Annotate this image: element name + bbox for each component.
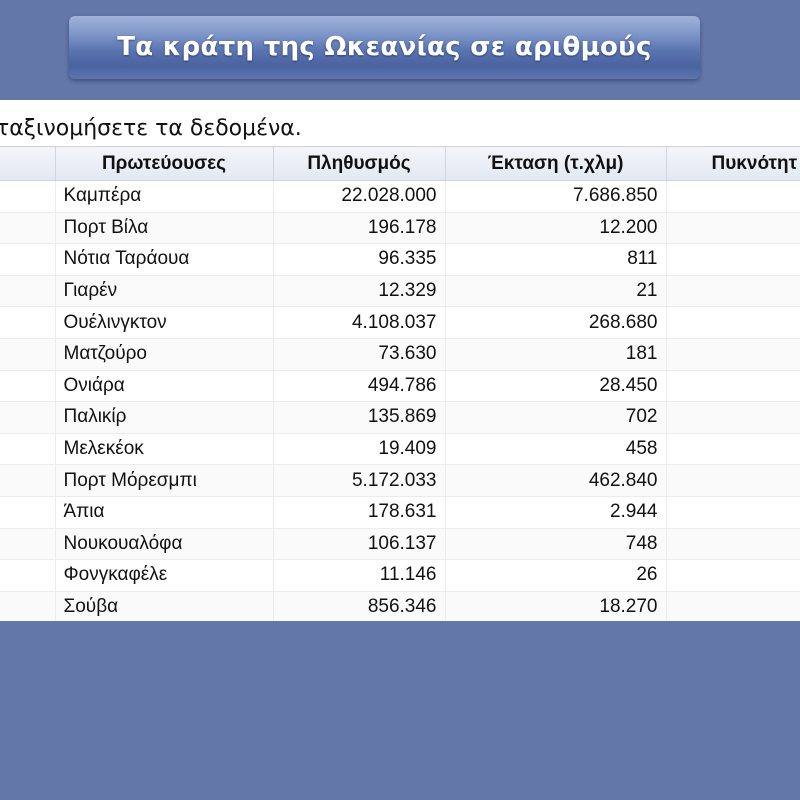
capital-cell: Γιαρέν [55,275,274,308]
density-cell [666,433,800,466]
density-cell [666,370,800,403]
area-cell: 2.944 [445,496,667,529]
country-cell [0,528,56,561]
density-cell [666,180,800,213]
area-cell: 702 [445,401,667,434]
country-cell [0,180,56,213]
capital-cell: Πορτ Βίλα [55,212,274,245]
title-banner: Τα κράτη της Ωκεανίας σε αριθμούς [69,16,700,79]
area-cell: 748 [445,528,667,561]
table-row: Ματζούρο 73.630 181 [0,338,800,371]
table-row: Ονιάρα 494.786 28.450 [0,370,800,403]
capital-cell: Άπια [55,496,274,529]
table-row: Καμπέρα 22.028.000 7.686.850 [0,180,800,213]
area-cell: 268.680 [445,306,667,339]
density-cell [666,243,800,276]
capital-cell: Παλικίρ [55,401,274,434]
density-cell [666,591,800,621]
instruction-text: ταξινομήσετε τα δεδομένα. [0,116,302,141]
header-area[interactable]: Έκταση (τ.χλμ) [445,147,667,181]
header-country[interactable] [0,147,56,181]
area-cell: 18.270 [445,591,667,621]
population-cell: 178.631 [273,496,446,529]
density-cell [666,496,800,529]
table-row: Γιαρέν 12.329 21 [0,275,800,308]
area-cell: 21 [445,275,667,308]
density-cell [666,559,800,592]
table-row: Ουέλινγκτον 4.108.037 268.680 [0,306,800,339]
header-capital[interactable]: Πρωτεύουσες [55,147,274,181]
population-cell: 73.630 [273,338,446,371]
table-row: Πορτ Βίλα 196.178 12.200 [0,212,800,245]
population-cell: 4.108.037 [273,306,446,339]
density-cell [666,464,800,497]
country-cell [0,464,56,497]
capital-cell: Ουέλινγκτον [55,306,274,339]
area-cell: 12.200 [445,212,667,245]
area-cell: 28.450 [445,370,667,403]
table-row: Μελεκέοκ 19.409 458 [0,433,800,466]
table-row: Άπια 178.631 2.944 [0,496,800,529]
country-cell [0,433,56,466]
area-cell: 181 [445,338,667,371]
population-cell: 5.172.033 [273,464,446,497]
capital-cell: Ονιάρα [55,370,274,403]
population-cell: 856.346 [273,591,446,621]
country-cell [0,212,56,245]
capital-cell: Σούβα [55,591,274,621]
capital-cell: Πορτ Μόρεσμπι [55,464,274,497]
density-cell [666,528,800,561]
population-cell: 196.178 [273,212,446,245]
density-cell [666,338,800,371]
population-cell: 494.786 [273,370,446,403]
table-header-row: Πρωτεύουσες Πληθυσμός Έκταση (τ.χλμ) Πυκ… [0,147,800,181]
country-cell [0,243,56,276]
capital-cell: Νουκουαλόφα [55,528,274,561]
capital-cell: Μελεκέοκ [55,433,274,466]
capital-cell: Νότια Ταράουα [55,243,274,276]
table-body: Καμπέρα 22.028.000 7.686.850 Πορτ Βίλα 196.1… [0,180,800,621]
area-cell: 462.840 [445,464,667,497]
country-cell [0,306,56,339]
header-population[interactable]: Πληθυσμός [273,147,446,181]
area-cell: 458 [445,433,667,466]
population-cell: 96.335 [273,243,446,276]
table-row: Νότια Ταράουα 96.335 811 [0,243,800,276]
table-row: Νουκουαλόφα 106.137 748 [0,528,800,561]
country-cell [0,338,56,371]
capital-cell: Ματζούρο [55,338,274,371]
data-table-container: Πρωτεύουσες Πληθυσμός Έκταση (τ.χλμ) Πυκ… [0,146,800,621]
density-cell [666,275,800,308]
area-cell: 26 [445,559,667,592]
country-cell [0,275,56,308]
population-cell: 12.329 [273,275,446,308]
header-density[interactable]: Πυκνότητ [666,147,800,181]
population-cell: 106.137 [273,528,446,561]
capital-cell: Φονγκαφέλε [55,559,274,592]
instruction-bar: ταξινομήσετε τα δεδομένα. [0,100,800,146]
page-title: Τα κράτη της Ωκεανίας σε αριθμούς [117,31,652,62]
density-cell [666,401,800,434]
area-cell: 7.686.850 [445,180,667,213]
country-cell [0,401,56,434]
population-cell: 19.409 [273,433,446,466]
table-row: Σούβα 856.346 18.270 [0,591,800,621]
table-row: Παλικίρ 135.869 702 [0,401,800,434]
country-cell [0,559,56,592]
table-row: Πορτ Μόρεσμπι 5.172.033 462.840 [0,464,800,497]
country-cell [0,591,56,621]
country-cell [0,370,56,403]
population-cell: 135.869 [273,401,446,434]
area-cell: 811 [445,243,667,276]
capital-cell: Καμπέρα [55,180,274,213]
country-cell [0,496,56,529]
oceania-data-table: Πρωτεύουσες Πληθυσμός Έκταση (τ.χλμ) Πυκ… [0,147,800,621]
density-cell [666,306,800,339]
population-cell: 22.028.000 [273,180,446,213]
table-row: Φονγκαφέλε 11.146 26 [0,559,800,592]
density-cell [666,212,800,245]
population-cell: 11.146 [273,559,446,592]
